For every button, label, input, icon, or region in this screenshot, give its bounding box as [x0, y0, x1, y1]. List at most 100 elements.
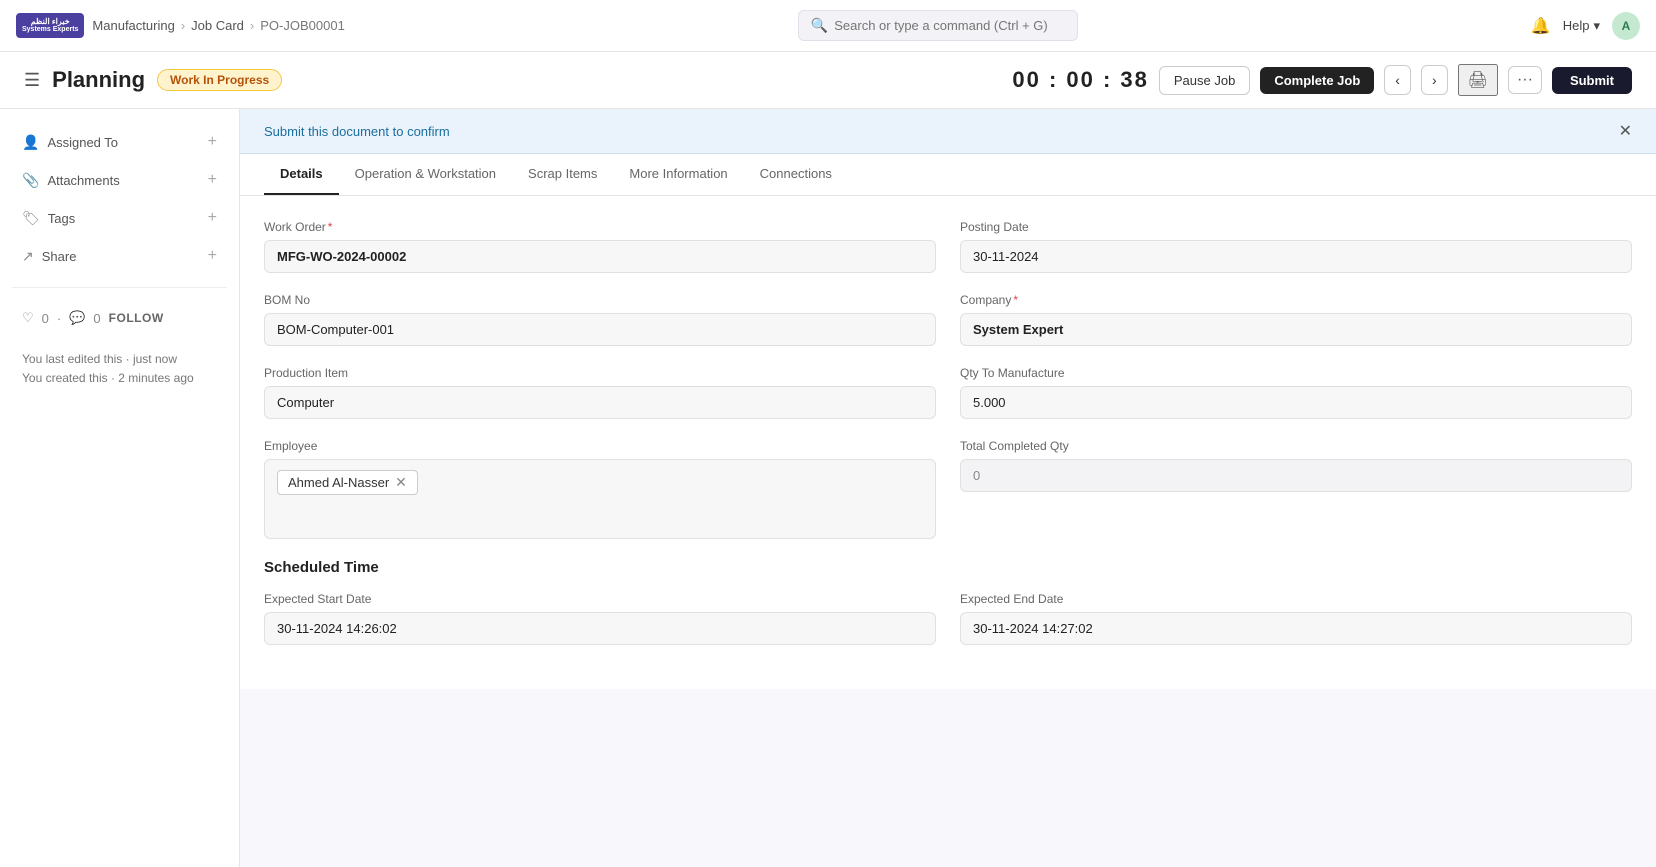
- pause-job-button[interactable]: Pause Job: [1159, 66, 1250, 95]
- details-form: Work Order* MFG-WO-2024-00002 Posting Da…: [240, 196, 1656, 689]
- tab-connections[interactable]: Connections: [744, 154, 848, 195]
- sidebar-label-tags: Tags: [48, 211, 75, 226]
- menu-icon[interactable]: ☰: [24, 70, 40, 91]
- sidebar-label-attachments: Attachments: [47, 173, 119, 188]
- expected-start-label: Expected Start Date: [264, 592, 936, 606]
- avatar[interactable]: A: [1612, 12, 1640, 40]
- total-completed-value: 0: [960, 459, 1632, 492]
- production-item-value: Computer: [264, 386, 936, 419]
- search-icon: 🔍: [811, 17, 828, 34]
- breadcrumb-jobcard[interactable]: Job Card: [191, 18, 244, 33]
- share-icon: ↗: [22, 248, 34, 265]
- page-header: ☰ Planning Work In Progress 00 : 00 : 38…: [0, 52, 1656, 109]
- tab-navigation: Details Operation & Workstation Scrap It…: [240, 154, 1656, 196]
- chevron-down-icon: ▾: [1593, 18, 1600, 34]
- sidebar-activity: You last edited this · just now You crea…: [12, 346, 227, 392]
- dot-sep: ·: [57, 311, 61, 326]
- activity-created: You created this · 2 minutes ago: [22, 369, 217, 388]
- tab-more-information[interactable]: More Information: [613, 154, 743, 195]
- qty-manufacture-group: Qty To Manufacture 5.000: [960, 366, 1632, 419]
- add-tag-icon[interactable]: +: [208, 209, 217, 227]
- work-order-value: MFG-WO-2024-00002: [264, 240, 936, 273]
- employee-group: Employee Ahmed Al-Nasser ✕: [264, 439, 936, 539]
- main-layout: 👤 Assigned To + 📎 Attachments + 🏷 Tags +…: [0, 109, 1656, 867]
- search-bar[interactable]: 🔍: [798, 10, 1078, 41]
- status-badge: Work In Progress: [157, 69, 282, 91]
- add-assigned-to-icon[interactable]: +: [208, 133, 217, 151]
- expected-start-value: 30-11-2024 14:26:02: [264, 612, 936, 645]
- logo: خبراء النظم Systems Experts: [16, 13, 84, 39]
- qty-manufacture-value: 5.000: [960, 386, 1632, 419]
- sidebar-item-assigned-to[interactable]: 👤 Assigned To +: [12, 125, 227, 159]
- sidebar-label-share: Share: [42, 249, 77, 264]
- scheduled-time-title: Scheduled Time: [264, 559, 1632, 576]
- person-icon: 👤: [22, 134, 39, 151]
- nav-left: خبراء النظم Systems Experts Manufacturin…: [16, 13, 345, 39]
- expected-end-group: Expected End Date 30-11-2024 14:27:02: [960, 592, 1632, 645]
- sidebar-item-attachments[interactable]: 📎 Attachments +: [12, 163, 227, 197]
- tag-icon: 🏷: [22, 210, 40, 227]
- expected-start-group: Expected Start Date 30-11-2024 14:26:02: [264, 592, 936, 645]
- sidebar-item-tags[interactable]: 🏷 Tags +: [12, 201, 227, 235]
- work-order-group: Work Order* MFG-WO-2024-00002: [264, 220, 936, 273]
- breadcrumb-manufacturing[interactable]: Manufacturing: [92, 18, 174, 33]
- activity-edited: You last edited this · just now: [22, 350, 217, 369]
- tab-scrap-items[interactable]: Scrap Items: [512, 154, 613, 195]
- page-header-left: ☰ Planning Work In Progress: [24, 67, 282, 93]
- search-input[interactable]: [834, 18, 1065, 33]
- alert-message: Submit this document to confirm: [264, 124, 450, 139]
- company-value: System Expert: [960, 313, 1632, 346]
- employee-chip-label: Ahmed Al-Nasser: [288, 475, 389, 490]
- follow-button[interactable]: FOLLOW: [109, 311, 164, 325]
- nav-right: 🔔 Help ▾ A: [1531, 12, 1640, 40]
- total-completed-label: Total Completed Qty: [960, 439, 1632, 453]
- posting-date-value: 30-11-2024: [960, 240, 1632, 273]
- close-alert-button[interactable]: ✕: [1619, 121, 1632, 141]
- more-options-button[interactable]: ···: [1508, 66, 1542, 94]
- total-completed-group: Total Completed Qty 0: [960, 439, 1632, 539]
- company-label: Company*: [960, 293, 1632, 307]
- bom-no-label: BOM No: [264, 293, 936, 307]
- main-content: Submit this document to confirm ✕ Detail…: [240, 109, 1656, 867]
- expected-end-label: Expected End Date: [960, 592, 1632, 606]
- comment-count: 0: [93, 311, 100, 326]
- timer-display: 00 : 00 : 38: [1012, 67, 1149, 93]
- like-icon: ♡: [22, 310, 34, 326]
- work-order-label: Work Order*: [264, 220, 936, 234]
- expected-end-value: 30-11-2024 14:27:02: [960, 612, 1632, 645]
- sidebar-divider: [12, 287, 227, 288]
- alert-banner: Submit this document to confirm ✕: [240, 109, 1656, 154]
- next-button[interactable]: ›: [1421, 65, 1448, 95]
- employee-chip: Ahmed Al-Nasser ✕: [277, 470, 418, 495]
- remove-employee-button[interactable]: ✕: [395, 474, 407, 491]
- page-header-right: 00 : 00 : 38 Pause Job Complete Job ‹ › …: [1012, 64, 1632, 96]
- notification-bell-icon[interactable]: 🔔: [1531, 16, 1551, 36]
- add-attachment-icon[interactable]: +: [208, 171, 217, 189]
- bom-no-value: BOM-Computer-001: [264, 313, 936, 346]
- comment-icon: 💬: [69, 310, 85, 326]
- qty-manufacture-label: Qty To Manufacture: [960, 366, 1632, 380]
- complete-job-button[interactable]: Complete Job: [1260, 67, 1374, 94]
- prev-button[interactable]: ‹: [1384, 65, 1411, 95]
- help-button[interactable]: Help ▾: [1563, 18, 1600, 34]
- tab-details[interactable]: Details: [264, 154, 339, 195]
- sidebar-label-assigned-to: Assigned To: [47, 135, 118, 150]
- sidebar-meta: ♡ 0 · 💬 0 FOLLOW: [12, 302, 227, 342]
- form-row-2: BOM No BOM-Computer-001 Company* System …: [264, 293, 1632, 346]
- employee-label: Employee: [264, 439, 936, 453]
- form-area: Work Order* MFG-WO-2024-00002 Posting Da…: [240, 196, 1656, 689]
- posting-date-label: Posting Date: [960, 220, 1632, 234]
- print-button[interactable]: 🖨: [1458, 64, 1498, 96]
- form-row-5: Expected Start Date 30-11-2024 14:26:02 …: [264, 592, 1632, 645]
- sidebar-item-share[interactable]: ↗ Share +: [12, 239, 227, 273]
- submit-button[interactable]: Submit: [1552, 67, 1632, 94]
- sidebar: 👤 Assigned To + 📎 Attachments + 🏷 Tags +…: [0, 109, 240, 867]
- add-share-icon[interactable]: +: [208, 247, 217, 265]
- bom-no-group: BOM No BOM-Computer-001: [264, 293, 936, 346]
- posting-date-group: Posting Date 30-11-2024: [960, 220, 1632, 273]
- employee-tag-area[interactable]: Ahmed Al-Nasser ✕: [264, 459, 936, 539]
- breadcrumb-current: PO-JOB00001: [260, 18, 345, 33]
- breadcrumb: Manufacturing › Job Card › PO-JOB00001: [92, 18, 344, 33]
- tab-operation-workstation[interactable]: Operation & Workstation: [339, 154, 512, 195]
- top-nav: خبراء النظم Systems Experts Manufacturin…: [0, 0, 1656, 52]
